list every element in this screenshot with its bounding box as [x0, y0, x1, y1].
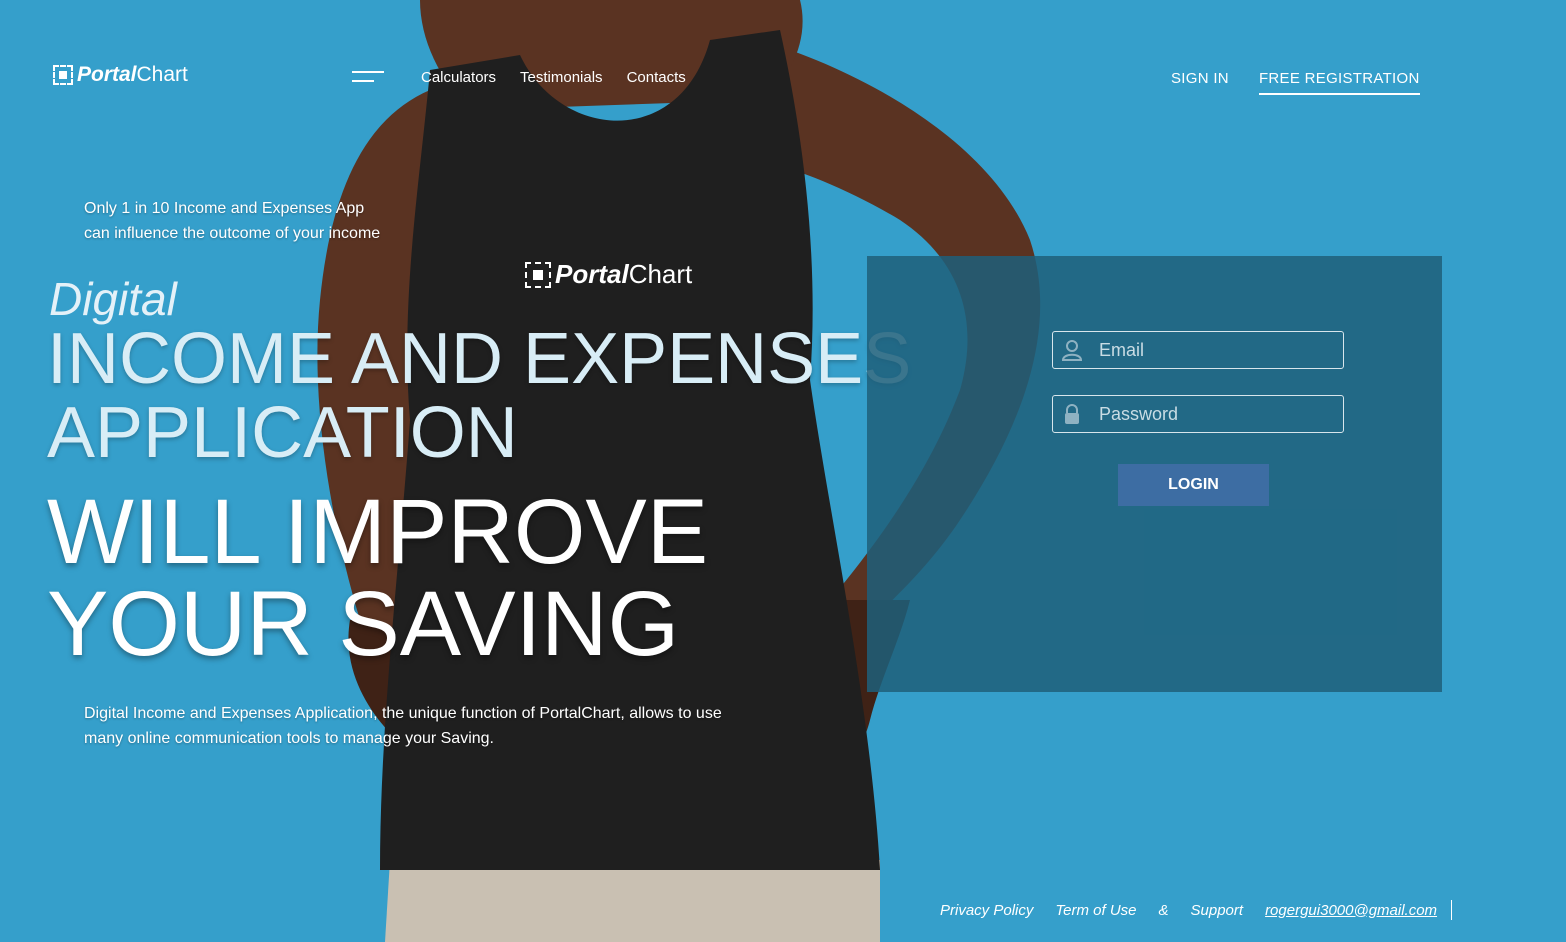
- free-registration-link[interactable]: FREE REGISTRATION: [1258, 70, 1420, 95]
- headline-line-2: APPLICATION: [47, 393, 518, 473]
- main-nav: Calculators Testimonials Contacts: [421, 69, 686, 86]
- footer-divider: [1451, 900, 1453, 920]
- login-button[interactable]: LOGIN: [1118, 464, 1269, 506]
- logo-mark-icon: [53, 65, 73, 85]
- sign-in-link[interactable]: SIGN IN: [1171, 70, 1229, 95]
- terms-of-use-link[interactable]: Term of Use: [1055, 902, 1136, 919]
- privacy-policy-link[interactable]: Privacy Policy: [940, 902, 1033, 919]
- shirt-logo-mark-icon: [525, 261, 551, 288]
- email-input[interactable]: [1097, 338, 1341, 362]
- headline-line-1: INCOME AND EXPENSES: [47, 319, 912, 399]
- login-panel: LOGIN: [867, 256, 1442, 692]
- landing-page: PortalChart Calculators Testimonials Con…: [0, 0, 1566, 942]
- nav-item-calculators[interactable]: Calculators: [421, 69, 496, 86]
- hamburger-icon[interactable]: [352, 71, 384, 85]
- support-link[interactable]: Support: [1191, 902, 1244, 919]
- contact-email-link[interactable]: rogergui3000@gmail.com: [1265, 902, 1437, 919]
- hero-tagline: Only 1 in 10 Income and Expenses App can…: [84, 200, 381, 242]
- hero-headline-main: WILL IMPROVE YOUR SAVING: [47, 486, 708, 670]
- user-icon: [1061, 340, 1083, 361]
- lock-icon: [1065, 404, 1079, 424]
- headline-big-2: YOUR SAVING: [47, 573, 680, 675]
- brand-logo[interactable]: PortalChart: [53, 63, 188, 87]
- password-field[interactable]: [1052, 395, 1344, 433]
- logo-text: PortalChart: [77, 63, 188, 86]
- shirt-logo: PortalChart: [525, 259, 692, 290]
- hero-headline-sub: INCOME AND EXPENSES APPLICATION: [47, 322, 911, 470]
- hero-digital-label: Digital: [49, 273, 177, 325]
- headline-big-1: WILL IMPROVE: [47, 481, 709, 583]
- nav-item-contacts[interactable]: Contacts: [627, 69, 686, 86]
- auth-links: SIGN IN FREE REGISTRATION: [1171, 70, 1420, 95]
- footer: Privacy Policy Term of Use & Support rog…: [940, 900, 1453, 920]
- footer-ampersand: &: [1158, 901, 1169, 919]
- hero-description: Digital Income and Expenses Application,…: [84, 705, 722, 747]
- nav-item-testimonials[interactable]: Testimonials: [520, 69, 603, 86]
- shirt-logo-strong: Portal: [555, 259, 629, 289]
- password-input[interactable]: [1097, 402, 1341, 426]
- email-field[interactable]: [1052, 331, 1344, 369]
- shirt-logo-light: Chart: [628, 259, 693, 289]
